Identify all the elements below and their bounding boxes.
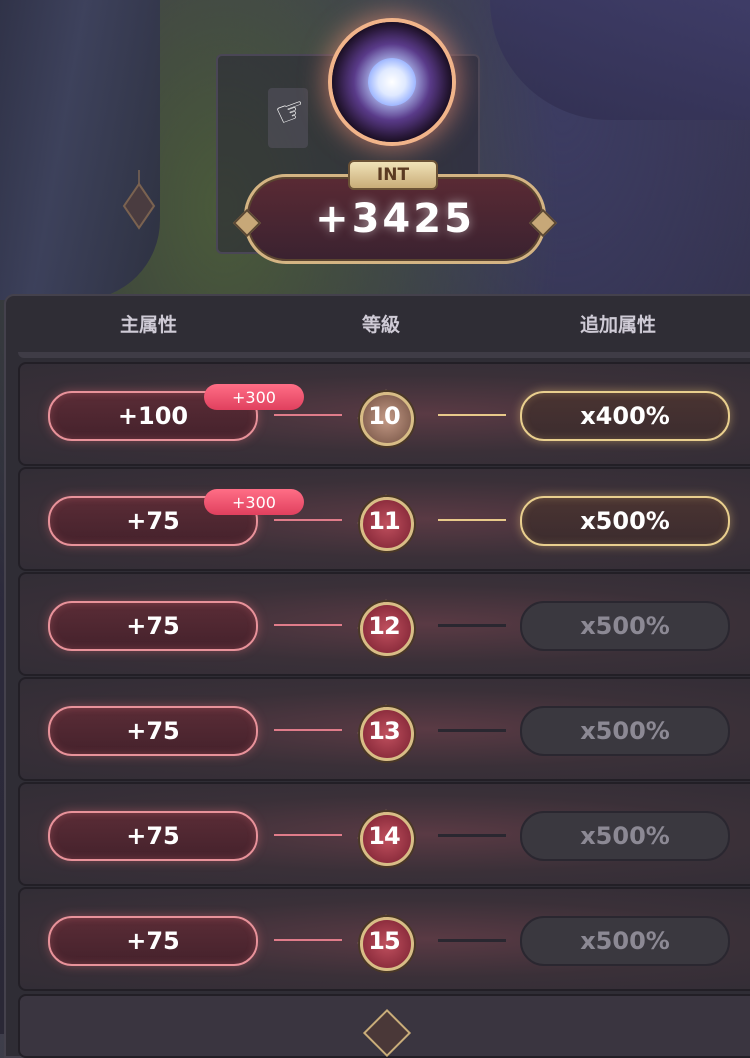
column-header-bonus: 追加属性	[580, 314, 657, 336]
connector-line-right	[438, 939, 506, 942]
level-number: 14	[368, 822, 400, 850]
connector-line-left	[274, 519, 342, 521]
connector-line-left	[274, 624, 342, 626]
connector-line-left	[274, 729, 342, 731]
connector-line-right	[438, 624, 506, 627]
bonus-badge: +300	[204, 489, 304, 515]
connector-line-left	[274, 414, 342, 416]
table-row[interactable]: +75 13 x500%	[18, 677, 750, 781]
table-row[interactable]: +75 15 x500%	[18, 887, 750, 991]
connector-line-right	[438, 834, 506, 837]
connector-line-right	[438, 519, 506, 521]
level-badge: 12	[356, 598, 415, 657]
stat-cap-right	[528, 208, 558, 238]
bonus-multiplier-pill: x500%	[520, 811, 730, 861]
connector-line-left	[274, 939, 342, 941]
main-stat-pill: +75	[48, 601, 258, 651]
connector-line-right	[438, 729, 506, 732]
column-header-level: 等級	[362, 314, 401, 336]
bonus-badge: +300	[204, 384, 304, 410]
level-number: 13	[368, 717, 400, 745]
main-stat-pill: +75	[48, 811, 258, 861]
column-header-main: 主属性	[120, 314, 178, 336]
stat-label-tag: INT	[348, 160, 438, 190]
level-number: 12	[368, 612, 400, 640]
connector-line-right	[438, 414, 506, 416]
bonus-multiplier-pill: x500%	[520, 601, 730, 651]
bonus-multiplier-pill: x500%	[520, 706, 730, 756]
orb-gem	[368, 58, 416, 106]
level-badge: 15	[356, 913, 415, 972]
level-number: 10	[368, 402, 400, 430]
level-badge: 13	[356, 703, 415, 762]
hanging-ornament-icon	[122, 170, 156, 230]
bonus-multiplier-pill: x500%	[520, 496, 730, 546]
level-number: 15	[368, 927, 400, 955]
level-badge: 10	[356, 388, 415, 447]
level-badge: 14	[356, 808, 415, 867]
stat-value: +3425	[315, 196, 475, 242]
connector-line-left	[274, 834, 342, 836]
table-row[interactable]: +75 +300 11 x500%	[18, 467, 750, 571]
table-row[interactable]: +100 +300 10 x400%	[18, 362, 750, 466]
background-curtain-right	[490, 0, 750, 120]
table-row[interactable]: +75 12 x500%	[18, 572, 750, 676]
crystal-orb-icon[interactable]	[332, 22, 452, 142]
header-separator	[18, 352, 750, 358]
main-stat-pill: +75	[48, 916, 258, 966]
level-number: 11	[368, 507, 400, 535]
main-stat-pill: +75	[48, 706, 258, 756]
bonus-multiplier-pill: x500%	[520, 916, 730, 966]
bonus-multiplier-pill: x400%	[520, 391, 730, 441]
table-row[interactable]: +75 14 x500%	[18, 782, 750, 886]
background-curtain-left	[0, 0, 160, 300]
level-badge: 11	[356, 493, 415, 552]
